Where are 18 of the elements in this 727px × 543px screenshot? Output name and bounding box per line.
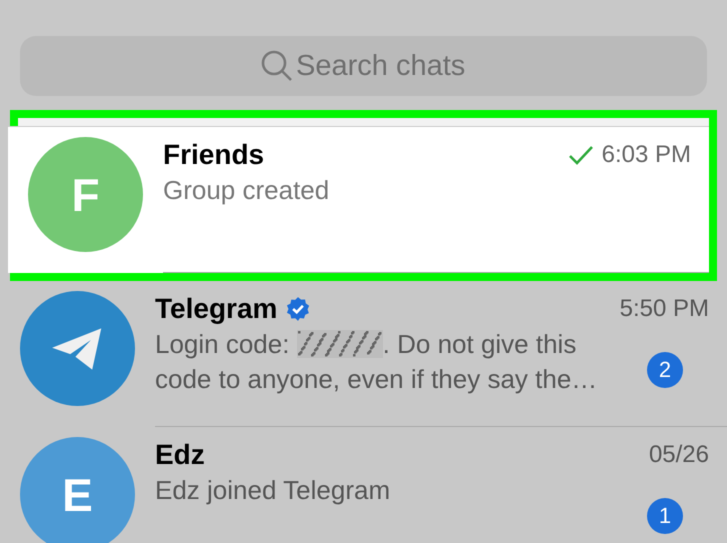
chat-name: Edz [155, 439, 205, 471]
chat-time: 05/26 [648, 441, 709, 469]
unread-badge: 1 [647, 498, 683, 534]
blurred-code-icon [296, 330, 383, 358]
search-field[interactable]: Search chats [20, 36, 707, 96]
chat-row[interactable]: Telegram 5:50 PM Login code: . Do not give this code to anyone, even if they say the… 2 [0, 281, 727, 427]
avatar: F [28, 137, 143, 252]
message-preview: Edz joined Telegram [155, 474, 392, 507]
chat-time: 5:50 PM [620, 295, 709, 323]
chat-time: 6:03 PM [602, 141, 691, 169]
chat-row[interactable]: F Friends 6:03 PM Group created [8, 126, 709, 273]
message-preview: Login code: . Do not give this code to anyone, even if they say the… [155, 328, 598, 396]
chat-row[interactable]: E Edz 05/26 Edz joined Telegram 1 [0, 427, 727, 543]
chat-name: Friends [163, 139, 264, 171]
chat-name: Telegram [155, 293, 278, 325]
avatar: E [20, 437, 135, 543]
unread-badge: 2 [647, 352, 683, 388]
message-preview: Group created [163, 174, 330, 207]
